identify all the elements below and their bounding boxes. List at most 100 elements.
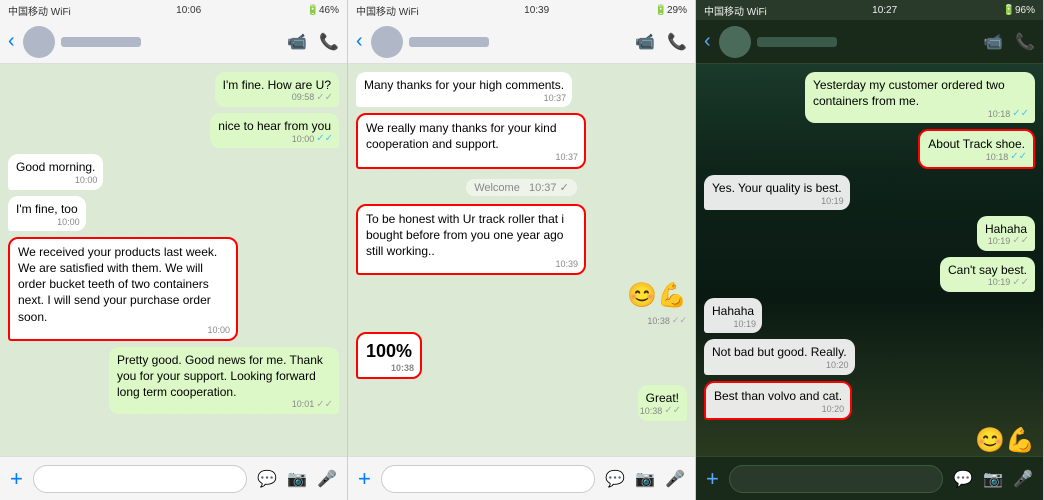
chat-area-2: Many thanks for your high comments. 10:3… — [348, 64, 695, 456]
status-bar-2: 中国移动 WiFi 10:39 🔋29% — [348, 0, 695, 20]
bottom-icons-1: 💬 📷 🎤 — [257, 469, 337, 489]
phone-panel-3: 中国移动 WiFi 10:27 🔋96% ‹ 📹 📞 Yesterday my … — [696, 0, 1044, 500]
msg-recv-1: Good morning. 10:00 — [8, 154, 339, 189]
contact-name-3 — [757, 37, 837, 47]
emoji-sent-2: 😊💪 10:38 ✓✓ — [627, 281, 687, 326]
msg3-sent-1: Yesterday my customer ordered two contai… — [704, 72, 1035, 123]
avatar-1 — [23, 26, 55, 58]
msg-sent-1: I'm fine. How are U? 09:58 ✓✓ — [8, 72, 339, 107]
battery-2: 🔋29% — [655, 5, 687, 16]
contact-info-2 — [409, 37, 629, 47]
sticker-icon-1[interactable]: 💬 — [257, 469, 277, 489]
emoji-row-3: 😊💪 10:20 ✓✓ — [704, 426, 1035, 456]
msg2-recv-3: To be honest with Ur track roller that i… — [356, 204, 687, 276]
msg3-sent-3: Hahaha 10:19 ✓✓ — [704, 216, 1035, 251]
header-icons-3: 📹 📞 — [983, 32, 1035, 52]
bubble3-recv-4-highlighted: Best than volvo and cat. 10:20 — [704, 381, 852, 420]
time-2: 10:39 — [524, 5, 549, 16]
bubble2-recv-100-highlighted: 100% 10:38 — [356, 332, 422, 379]
back-button-2[interactable]: ‹ — [356, 30, 363, 53]
bubble3-sent-2-highlighted: About Track shoe. 10:18 ✓✓ — [918, 129, 1035, 168]
msg2-sent-great: Great! 10:38 ✓✓ — [356, 385, 687, 420]
msg2-recv-100: 100% 10:38 — [356, 332, 687, 379]
message-input-2[interactable] — [381, 465, 595, 493]
add-button-3[interactable]: + — [706, 466, 719, 492]
msg3-sent-4: Can't say best. 10:19 ✓✓ — [704, 257, 1035, 292]
msg-recv-3: We received your products last week. We … — [8, 237, 339, 341]
bubble2-recv-1: Many thanks for your high comments. 10:3… — [356, 72, 572, 107]
msg-recv-2: I'm fine, too 10:00 — [8, 196, 339, 231]
mic-icon-3[interactable]: 🎤 — [1013, 469, 1033, 489]
phone-panel-2: 中国移动 WiFi 10:39 🔋29% ‹ 📹 📞 Many thanks f… — [348, 0, 696, 500]
chat-header-3: ‹ 📹 📞 — [696, 20, 1043, 64]
status-bar-3: 中国移动 WiFi 10:27 🔋96% — [696, 0, 1043, 20]
bubble2-sent-great: Great! 10:38 ✓✓ — [638, 385, 687, 420]
time-1: 10:06 — [176, 5, 201, 16]
voice-call-icon-3[interactable]: 📞 — [1015, 32, 1035, 52]
bottom-icons-3: 💬 📷 🎤 — [953, 469, 1033, 489]
bubble3-sent-3: Hahaha 10:19 ✓✓ — [977, 216, 1035, 251]
bubble-sent-1: I'm fine. How are U? 09:58 ✓✓ — [215, 72, 339, 107]
voice-call-icon-2[interactable]: 📞 — [667, 32, 687, 52]
sticker-icon-2[interactable]: 💬 — [605, 469, 625, 489]
contact-name-2 — [409, 37, 489, 47]
bottom-icons-2: 💬 📷 🎤 — [605, 469, 685, 489]
camera-icon-1[interactable]: 📷 — [287, 469, 307, 489]
mic-icon-2[interactable]: 🎤 — [665, 469, 685, 489]
chat-header-1: ‹ 📹 📞 — [0, 20, 347, 64]
header-icons-1: 📹 📞 — [287, 32, 339, 52]
time-3: 10:27 — [872, 5, 897, 16]
msg-sent-3: Pretty good. Good news for me. Thank you… — [8, 347, 339, 415]
camera-icon-2[interactable]: 📷 — [635, 469, 655, 489]
chat-area-3: Yesterday my customer ordered two contai… — [696, 64, 1043, 456]
voice-call-icon-1[interactable]: 📞 — [319, 32, 339, 52]
contact-info-3 — [757, 37, 977, 47]
message-input-3[interactable] — [729, 465, 943, 493]
status-bar-1: 中国移动 WiFi 10:06 🔋46% — [0, 0, 347, 20]
bubble-recv-1: Good morning. 10:00 — [8, 154, 103, 189]
video-call-icon-2[interactable]: 📹 — [635, 32, 655, 52]
carrier-3: 中国移动 WiFi — [704, 3, 767, 18]
center-label-welcome: Welcome 10:37 ✓ — [466, 179, 577, 196]
back-button-3[interactable]: ‹ — [704, 30, 711, 53]
bubble-sent-3: Pretty good. Good news for me. Thank you… — [109, 347, 339, 415]
bubble2-recv-3-highlighted: To be honest with Ur track roller that i… — [356, 204, 586, 276]
sticker-icon-3[interactable]: 💬 — [953, 469, 973, 489]
contact-name-1 — [61, 37, 141, 47]
bubble-sent-2: nice to hear from you 10:00 ✓✓ — [210, 113, 339, 148]
back-button-1[interactable]: ‹ — [8, 30, 15, 53]
avatar-3 — [719, 26, 751, 58]
msg2-recv-2: We really many thanks for your kind coop… — [356, 113, 687, 168]
camera-icon-3[interactable]: 📷 — [983, 469, 1003, 489]
bottom-bar-2: + 💬 📷 🎤 — [348, 456, 695, 500]
header-icons-2: 📹 📞 — [635, 32, 687, 52]
add-button-2[interactable]: + — [358, 466, 371, 492]
video-call-icon-1[interactable]: 📹 — [287, 32, 307, 52]
bubble-recv-3-highlighted: We received your products last week. We … — [8, 237, 238, 341]
msg3-recv-2: Hahaha 10:19 — [704, 298, 1035, 333]
bubble3-recv-2: Hahaha 10:19 — [704, 298, 762, 333]
phone-panel-1: 中国移动 WiFi 10:06 🔋46% ‹ 📹 📞 I'm fine. How… — [0, 0, 348, 500]
msg2-recv-1: Many thanks for your high comments. 10:3… — [356, 72, 687, 107]
carrier-1: 中国移动 WiFi — [8, 3, 71, 18]
msg3-recv-3: Not bad but good. Really. 10:20 — [704, 339, 1035, 374]
bubble2-recv-2-highlighted: We really many thanks for your kind coop… — [356, 113, 586, 168]
battery-1: 🔋46% — [307, 5, 339, 16]
add-button-1[interactable]: + — [10, 466, 23, 492]
bubble3-recv-1: Yes. Your quality is best. 10:19 — [704, 175, 850, 210]
bubble3-recv-3: Not bad but good. Really. 10:20 — [704, 339, 855, 374]
emoji-sent-3: 😊💪 10:20 ✓✓ — [975, 426, 1035, 456]
chat-area-1: I'm fine. How are U? 09:58 ✓✓ nice to he… — [0, 64, 347, 456]
msg3-sent-2: About Track shoe. 10:18 ✓✓ — [704, 129, 1035, 168]
carrier-2: 中国移动 WiFi — [356, 3, 419, 18]
mic-icon-1[interactable]: 🎤 — [317, 469, 337, 489]
bubble3-sent-4: Can't say best. 10:19 ✓✓ — [940, 257, 1035, 292]
contact-info-1 — [61, 37, 281, 47]
message-input-1[interactable] — [33, 465, 247, 493]
video-call-icon-3[interactable]: 📹 — [983, 32, 1003, 52]
chat-header-2: ‹ 📹 📞 — [348, 20, 695, 64]
avatar-2 — [371, 26, 403, 58]
bottom-bar-1: + 💬 📷 🎤 — [0, 456, 347, 500]
battery-3: 🔋96% — [1003, 5, 1035, 16]
msg3-recv-4: Best than volvo and cat. 10:20 — [704, 381, 1035, 420]
